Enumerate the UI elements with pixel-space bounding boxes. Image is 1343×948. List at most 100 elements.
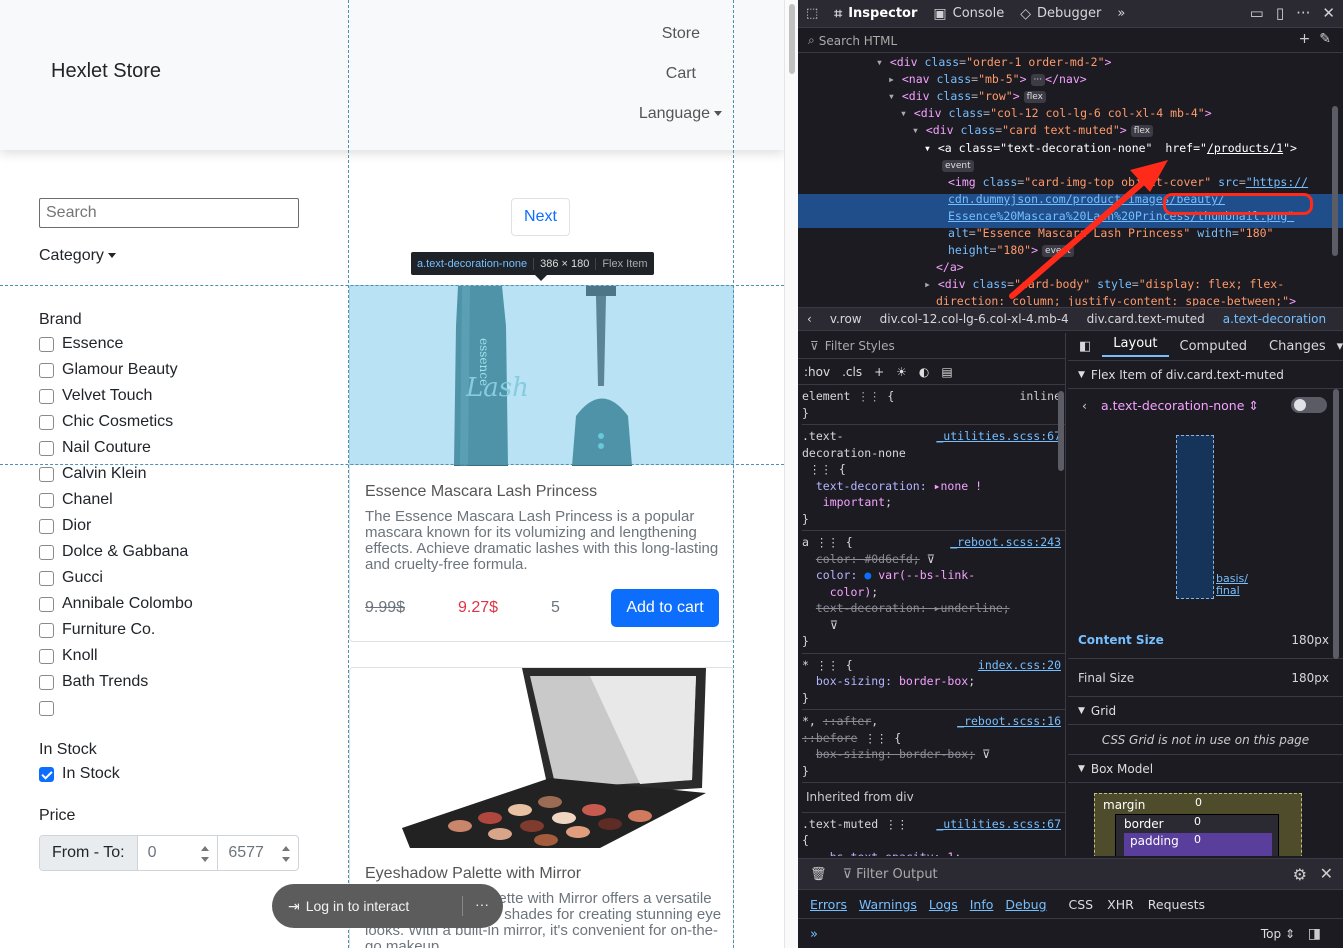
brand-checkbox-row[interactable]: Bath Trends [39, 672, 148, 692]
tab-debugger[interactable]: ◇ Debugger [1012, 0, 1109, 28]
add-rule-icon[interactable]: + [874, 365, 884, 379]
nav-cart-link[interactable]: Cart [666, 65, 696, 83]
filter-xhr[interactable]: XHR [1107, 897, 1134, 912]
tree-node[interactable]: ▾ <div class="order-1 order-md-2"> [876, 54, 1111, 71]
brand-checkbox[interactable] [39, 414, 54, 430]
dock-icon[interactable]: ▭ [1250, 4, 1264, 22]
brand-checkbox[interactable] [39, 466, 54, 482]
flex-item-selector[interactable]: ‹ a.text-decoration-none ⇕ [1068, 389, 1343, 421]
brand-checkbox[interactable] [39, 700, 54, 716]
tab-changes[interactable]: Changes [1258, 339, 1337, 354]
tree-node[interactable]: <img class="card-img-top object-cover" s… [948, 174, 1308, 191]
scrollbar-thumb[interactable] [789, 4, 795, 74]
breadcrumb-prev-icon[interactable]: ‹ [798, 312, 821, 326]
filter-warnings[interactable]: Warnings [857, 896, 919, 913]
nav-store-link[interactable]: Store [662, 25, 700, 43]
box-model-section-header[interactable]: ▼ Box Model [1068, 755, 1343, 783]
product-title[interactable]: Eyeshadow Palette with Mirror [365, 865, 581, 883]
tab-inspector[interactable]: ⌗ Inspector [826, 0, 925, 28]
price-from-input[interactable]: 0 [138, 836, 219, 870]
brand-checkbox-row[interactable]: Nail Couture [39, 438, 151, 458]
brand-checkbox-row[interactable]: Velvet Touch [39, 386, 152, 406]
brand-checkbox-row[interactable]: Chic Cosmetics [39, 412, 173, 432]
context-selector[interactable]: Top ⇕ [1261, 927, 1295, 941]
split-view-icon[interactable]: ◨ [1308, 926, 1321, 942]
more-tabs-icon[interactable]: ▾ [1337, 339, 1343, 354]
brand-checkbox[interactable] [39, 570, 54, 586]
scrollbar-thumb[interactable] [1058, 391, 1064, 471]
menu-icon[interactable]: ··· [1296, 4, 1310, 22]
brand-checkbox[interactable] [39, 596, 54, 612]
brand-checkbox-row[interactable]: Glamour Beauty [39, 360, 178, 380]
brand-checkbox-row[interactable]: Furniture Co. [39, 620, 155, 640]
html-search-bar[interactable]: ⌕ Search HTML + ✎ [798, 29, 1343, 53]
brand-checkbox[interactable] [39, 674, 54, 690]
brand-checkbox-row[interactable]: Gucci [39, 568, 103, 588]
brand-checkbox[interactable] [39, 440, 54, 456]
tree-node[interactable]: ▸ <div class="card-body" style="display:… [924, 276, 1284, 293]
tree-node[interactable]: ▾ <div class="row"> flex [888, 88, 1046, 105]
hov-toggle[interactable]: :hov [804, 365, 830, 379]
instock-checkbox[interactable] [39, 766, 54, 782]
brand-checkbox-row[interactable]: Essence [39, 334, 123, 354]
product-image-link[interactable] [350, 668, 733, 848]
breadcrumb-item[interactable]: v.row [821, 312, 871, 326]
filter-debug[interactable]: Debug [1003, 896, 1048, 913]
filter-errors[interactable]: Errors [808, 896, 849, 913]
close-icon[interactable]: ✕ [1320, 864, 1333, 883]
breadcrumb-item[interactable]: div.card.text-muted [1078, 312, 1214, 326]
element-picker-icon[interactable]: ⬚ [798, 0, 826, 28]
brand-checkbox[interactable] [39, 518, 54, 534]
page-scrollbar[interactable] [784, 0, 798, 948]
grid-section-header[interactable]: ▼ Grid [1068, 697, 1343, 725]
padding-value[interactable]: 0 [1194, 833, 1201, 846]
filter-styles-input[interactable]: ⊽ Filter Styles [798, 333, 1065, 359]
scrollbar-thumb[interactable] [1333, 389, 1339, 659]
more-tabs-icon[interactable]: » [1109, 0, 1133, 28]
cls-toggle[interactable]: .cls [842, 365, 862, 379]
instock-checkbox-row[interactable]: In Stock [39, 764, 120, 784]
login-toast[interactable]: ⇥ Log in to interact ··· [272, 884, 503, 928]
brand-checkbox[interactable] [39, 648, 54, 664]
toggle-sidebar-icon[interactable]: ◧ [1068, 339, 1102, 354]
responsive-icon[interactable]: ▯ [1276, 4, 1284, 22]
spinner-icon[interactable] [199, 845, 211, 863]
next-page-button[interactable]: Next [511, 198, 570, 236]
border-value[interactable]: 0 [1194, 815, 1201, 828]
brand-checkbox[interactable] [39, 492, 54, 508]
close-icon[interactable]: ✕ [1322, 4, 1335, 22]
dark-mode-icon[interactable]: ◐ [919, 365, 929, 379]
product-title[interactable]: Essence Mascara Lash Princess [365, 483, 597, 501]
breadcrumb-item[interactable]: div.col-12.col-lg-6.col-xl-4.mb-4 [871, 312, 1078, 326]
brand-checkbox-row[interactable]: Knoll [39, 646, 98, 666]
brand-logo[interactable]: Hexlet Store [51, 60, 161, 83]
brand-checkbox-row[interactable]: Dolce & Gabbana [39, 542, 188, 562]
brand-checkbox[interactable] [39, 362, 54, 378]
back-icon[interactable]: ‹ [1082, 398, 1087, 413]
margin-value[interactable]: 0 [1195, 796, 1202, 809]
brand-checkbox-row[interactable] [39, 698, 62, 718]
trash-icon[interactable]: 🗑 [810, 867, 827, 882]
tree-node[interactable]: </a> [936, 259, 964, 276]
brand-checkbox[interactable] [39, 622, 54, 638]
breadcrumb-item-current[interactable]: a.text-decoration [1214, 312, 1335, 326]
tree-node[interactable]: ▾ <div class="col-12 col-lg-6 col-xl-4 m… [900, 105, 1212, 122]
filter-requests[interactable]: Requests [1148, 897, 1205, 912]
search-input[interactable] [39, 198, 299, 228]
language-dropdown[interactable]: Language [639, 105, 722, 123]
flex-highlight-toggle[interactable] [1291, 397, 1327, 413]
print-icon[interactable]: ▤ [941, 365, 952, 379]
tree-node[interactable]: ▸ <nav class="mb-5"> ··· </nav> [888, 71, 1087, 88]
brand-checkbox[interactable] [39, 388, 54, 404]
brand-checkbox-row[interactable]: Annibale Colombo [39, 594, 193, 614]
filter-info[interactable]: Info [968, 896, 996, 913]
filter-logs[interactable]: Logs [927, 896, 960, 913]
tab-computed[interactable]: Computed [1169, 339, 1259, 354]
brand-checkbox-row[interactable]: Chanel [39, 490, 113, 510]
category-dropdown[interactable]: Category [39, 247, 116, 265]
tree-node-selected[interactable]: ▾ <a class="text-decoration-none" href="… [924, 140, 1297, 157]
spinner-icon[interactable] [280, 845, 292, 863]
filter-output-input[interactable]: ⊽ Filter Output [843, 867, 938, 882]
add-to-cart-button[interactable]: Add to cart [611, 589, 719, 627]
tree-node[interactable]: ▾ <div class="card text-muted"> flex [912, 122, 1154, 139]
